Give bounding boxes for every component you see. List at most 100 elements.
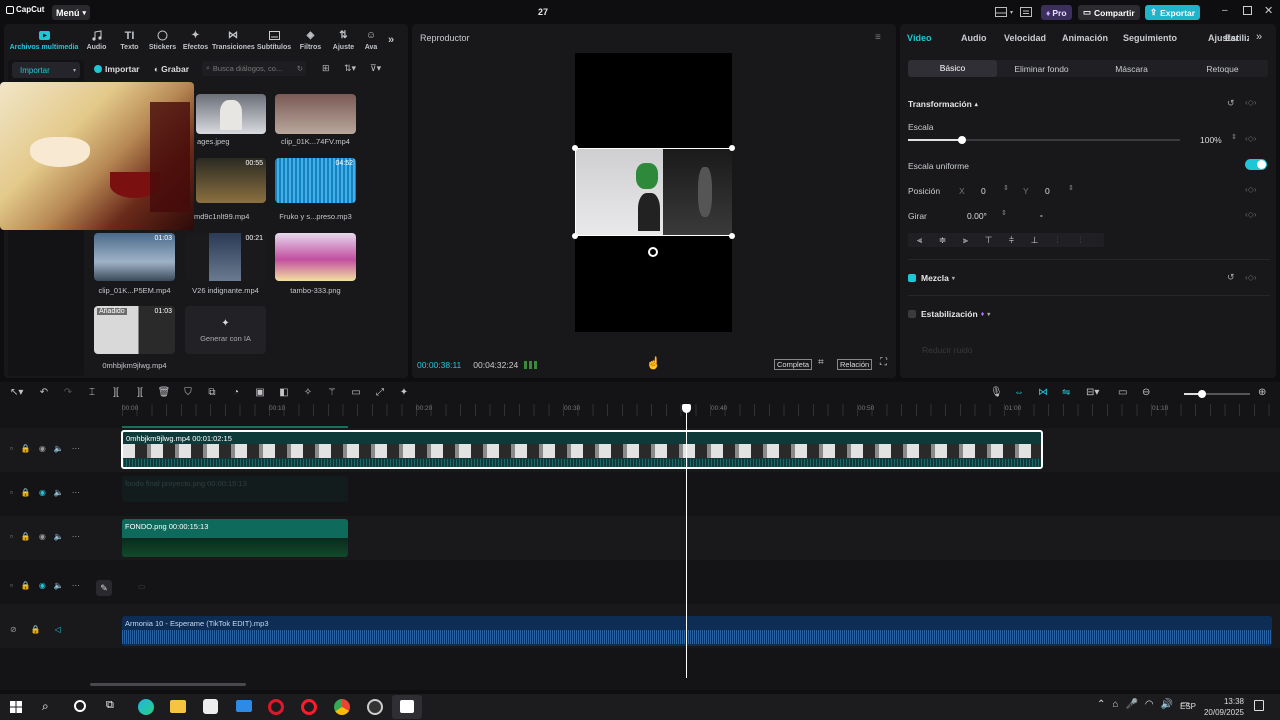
zoom-slider[interactable] xyxy=(1184,390,1250,398)
edit-pencil-icon[interactable]: ✎ xyxy=(96,580,112,596)
player-menu-icon[interactable]: ≡ xyxy=(875,32,881,43)
transform-section-header[interactable]: Transformación ▴ xyxy=(908,99,978,109)
grid-view-icon[interactable]: ⊞ xyxy=(322,63,330,74)
magic-icon[interactable]: ✧ xyxy=(296,387,320,398)
eye-icon[interactable]: ◉ xyxy=(39,444,46,453)
flip-button[interactable]: - xyxy=(1040,210,1043,220)
cortana-icon[interactable] xyxy=(74,700,86,712)
video-canvas[interactable] xyxy=(572,53,735,332)
minimize-icon[interactable]: – xyxy=(1222,5,1228,16)
speaker-icon[interactable]: 🔈 xyxy=(54,488,64,497)
mirror-icon[interactable]: ◧ xyxy=(272,387,296,398)
zoom-in-icon[interactable]: ⊕ xyxy=(1258,387,1266,398)
align-right-icon[interactable]: ⫸ xyxy=(954,235,977,246)
timeline-scrollbar[interactable] xyxy=(90,683,246,686)
eye-icon[interactable]: ◉ xyxy=(39,532,46,541)
file-explorer-icon[interactable] xyxy=(170,700,186,713)
chrome-icon[interactable] xyxy=(334,699,350,715)
track-thumbnail-icon[interactable]: ▫ xyxy=(10,581,13,590)
usb-icon[interactable]: ⌂ xyxy=(1112,699,1118,710)
opera-icon[interactable] xyxy=(301,699,317,715)
rotate-handle-icon[interactable] xyxy=(648,247,658,257)
caption-icon[interactable]: ▭ xyxy=(344,387,368,398)
ai-sparkle-icon[interactable]: ✦ xyxy=(392,387,416,398)
layout-icon[interactable] xyxy=(995,7,1007,17)
lock-icon[interactable]: 🔒 xyxy=(21,581,31,590)
maximize-icon[interactable] xyxy=(1243,6,1252,15)
playhead-handle[interactable] xyxy=(682,404,691,413)
selected-clip-frame[interactable] xyxy=(575,148,732,236)
checkbox-icon[interactable] xyxy=(908,310,916,318)
tool-stickers[interactable]: Stickers xyxy=(146,29,179,51)
align-center-h-icon[interactable]: ≑ xyxy=(931,235,954,246)
select-cursor-icon[interactable]: ↖▾ xyxy=(10,387,32,398)
speaker-icon[interactable]: 🔈 xyxy=(54,444,64,453)
reset-icon[interactable]: ↺ xyxy=(1227,272,1235,283)
more-tools-icon[interactable]: » xyxy=(382,34,400,46)
fondo-clip[interactable]: FONDO.png 00:00:15:13 xyxy=(122,519,348,557)
ratio-button[interactable]: Relación xyxy=(837,359,873,370)
edge-icon[interactable] xyxy=(138,699,154,715)
more-icon[interactable]: ⋯ xyxy=(72,581,80,590)
mail-icon[interactable] xyxy=(236,700,252,712)
main-video-clip[interactable]: 0mhbjkm9jlwg.mp4 00:01:02:15 xyxy=(121,430,1043,469)
uniform-scale-toggle[interactable] xyxy=(1245,159,1267,170)
distribute-h-icon[interactable]: ⦙ xyxy=(1046,235,1069,246)
windows-start-icon[interactable] xyxy=(10,701,22,713)
hidden-image-clip[interactable]: fondo final proyecto.png 00:00:15:13 xyxy=(122,476,348,502)
tool-texto[interactable]: TI Texto xyxy=(113,29,146,52)
import-button[interactable]: Importar xyxy=(94,62,139,76)
filter-icon[interactable]: ⊽▾ xyxy=(370,63,381,74)
import-dropdown[interactable]: Importar ▾ xyxy=(12,62,80,78)
subtab-eliminar-fondo[interactable]: Eliminar fondo xyxy=(997,64,1086,74)
menu-button[interactable]: Menú ▾ xyxy=(52,5,90,20)
more-icon[interactable]: ⋯ xyxy=(72,532,80,541)
track-thumbnail-icon[interactable]: ▫ xyxy=(10,444,13,453)
media-thumbnail[interactable]: 00:21 xyxy=(185,233,266,281)
chevron-up-icon[interactable]: ⌃ xyxy=(1097,699,1105,710)
scale-slider-knob[interactable] xyxy=(958,136,967,144)
tab-audio[interactable]: Audio xyxy=(961,33,1004,43)
close-icon[interactable]: ✕ xyxy=(1264,4,1273,17)
tool-audio[interactable]: Audio xyxy=(80,29,113,51)
zoom-out-icon[interactable]: ⊖ xyxy=(1142,387,1154,398)
lock-icon[interactable]: 🔒 xyxy=(21,488,31,497)
lock-icon[interactable]: 🔒 xyxy=(21,444,31,453)
stepper-icon[interactable]: ⇕ xyxy=(1231,133,1237,141)
stepper-icon[interactable]: ⇕ xyxy=(1068,184,1074,192)
tool-filtros[interactable]: ◈ Filtros xyxy=(294,29,327,51)
delete-icon[interactable]: 🗑 xyxy=(152,387,176,398)
caption-preview-icon[interactable]: ▭ xyxy=(1118,387,1142,398)
lock-icon[interactable]: 🔒 xyxy=(21,532,31,541)
sort-icon[interactable]: ⇅▾ xyxy=(344,63,356,74)
wifi-icon[interactable]: ◠ xyxy=(1145,699,1154,710)
fullscreen-icon[interactable]: ⛶ xyxy=(880,357,887,368)
align-bottom-icon[interactable]: ⊥ xyxy=(1023,235,1046,246)
clock[interactable]: 13:38 20/09/2025 xyxy=(1200,696,1244,718)
subtab-basico[interactable]: Básico xyxy=(908,60,997,77)
shortcuts-icon[interactable] xyxy=(1020,7,1032,17)
record-button[interactable]: ◐ Grabar xyxy=(154,62,189,76)
microphone-tray-icon[interactable]: 🎤 xyxy=(1125,699,1137,710)
track-thumbnail-icon[interactable]: ▫ xyxy=(10,488,13,497)
track-thumbnail-icon[interactable]: ▫ xyxy=(10,532,13,541)
search-icon[interactable]: ⌕ xyxy=(42,699,49,714)
export-button[interactable]: ⇪ Exportar xyxy=(1145,5,1201,20)
shield-icon[interactable]: ⛉ xyxy=(176,387,200,398)
eye-hidden-icon[interactable]: ◉ xyxy=(39,488,46,497)
tab-velocidad[interactable]: Velocidad xyxy=(1004,33,1062,43)
checkbox-checked-icon[interactable] xyxy=(908,274,916,282)
position-x-input[interactable]: 0 xyxy=(981,186,986,196)
stabilize-section-header[interactable]: Estabilización ♦ ▾ xyxy=(908,309,990,319)
full-quality-button[interactable]: Completa xyxy=(774,359,813,370)
more-icon[interactable]: ⋯ xyxy=(72,488,80,497)
resize-icon[interactable]: ⤢ xyxy=(368,387,392,398)
audio-thumbnail[interactable]: 04:52 xyxy=(275,158,356,203)
split-icon[interactable]: ⌶ xyxy=(80,387,104,398)
opera-gx-icon[interactable] xyxy=(268,699,284,715)
speaker-icon[interactable]: 🔈 xyxy=(54,581,64,590)
subtab-mascara[interactable]: Máscara xyxy=(1086,64,1177,74)
media-thumbnail[interactable]: 00:55 xyxy=(196,158,266,203)
rotate-input[interactable]: 0.00° xyxy=(967,211,987,221)
notifications-icon[interactable] xyxy=(1254,700,1264,711)
